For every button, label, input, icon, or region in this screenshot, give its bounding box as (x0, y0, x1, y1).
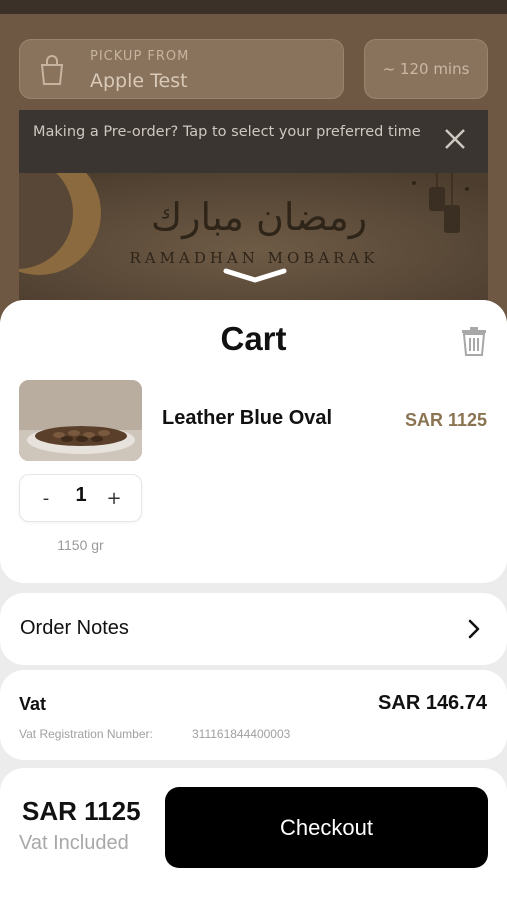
order-notes-label: Order Notes (20, 617, 129, 639)
decrease-quantity-button[interactable]: - (34, 485, 58, 513)
pickup-location-selector[interactable]: PICKUP FROM Apple Test (19, 39, 344, 99)
product-name: Leather Blue Oval (162, 407, 333, 429)
pickup-label: PICKUP FROM (90, 49, 190, 64)
pickup-location-name: Apple Test (90, 70, 188, 92)
cart-sheet: Cart Leather Blue Oval SAR 1125 - 1 + 11… (0, 300, 507, 900)
product-price: SAR 1125 (404, 410, 487, 430)
vat-included-note: Vat Included (19, 832, 129, 854)
preorder-banner[interactable]: Making a Pre-order? Tap to select your p… (19, 110, 488, 173)
trash-icon[interactable] (460, 326, 488, 356)
total-amount: SAR 1125 (22, 796, 141, 826)
eta-badge[interactable]: ~ 120 mins (364, 39, 488, 99)
page-title: Cart (220, 320, 287, 357)
preorder-text: Making a Pre-order? Tap to select your p… (33, 124, 421, 140)
increase-quantity-button[interactable]: + (102, 485, 126, 513)
banner-arabic-text: رمضان مبارك (150, 195, 368, 239)
banner-latin-text: RAMADHAN MOBARAK (129, 249, 379, 267)
product-weight: 1150 gr (57, 537, 104, 553)
close-icon[interactable] (440, 124, 470, 154)
shopping-bag-icon (40, 55, 64, 85)
order-notes-row[interactable]: Order Notes (0, 593, 507, 665)
product-image (19, 380, 142, 461)
quantity-stepper: - 1 + (19, 474, 142, 522)
checkout-button[interactable]: Checkout (165, 787, 488, 868)
chevron-right-icon (468, 619, 480, 639)
vat-label: Vat (19, 694, 47, 714)
cart-card: Cart Leather Blue Oval SAR 1125 - 1 + 11… (0, 300, 507, 583)
eta-text: ~ 120 mins (382, 60, 470, 78)
vat-summary: Vat SAR 146.74 Vat Registration Number: … (0, 670, 507, 760)
checkout-bar: SAR 1125 Vat Included Checkout (0, 768, 507, 900)
quantity-value: 1 (75, 484, 87, 506)
vat-registration-number: 311161844400003 (192, 727, 291, 741)
chevron-down-icon[interactable] (222, 267, 288, 287)
vat-amount: SAR 146.74 (378, 692, 487, 714)
vat-registration-label: Vat Registration Number: (19, 727, 153, 741)
